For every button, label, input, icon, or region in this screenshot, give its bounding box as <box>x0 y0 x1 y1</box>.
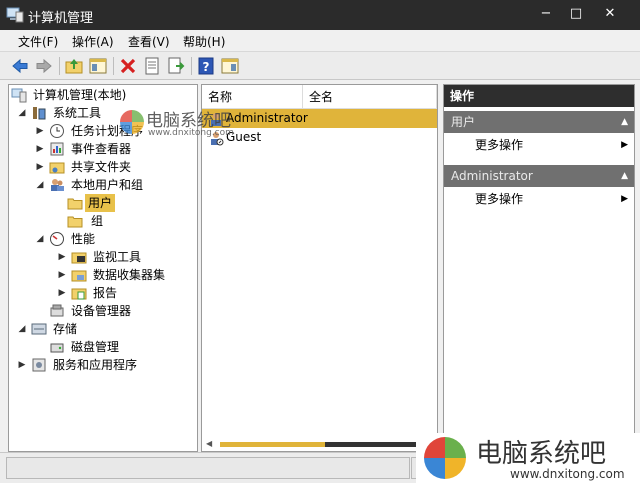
menu-help[interactable]: 帮助(H) <box>183 33 225 50</box>
submenu-arrow-icon: ▶ <box>621 194 628 204</box>
window-title: 计算机管理 <box>28 11 94 26</box>
expand-icon[interactable]: ▶ <box>57 266 67 284</box>
actions-pane: 操作 用户 ▲ 更多操作 ▶ Administrator ▲ 更多操作 ▶ <box>443 84 635 452</box>
tree-label: 系统工具 <box>53 106 102 120</box>
section-title: 用户 <box>451 115 476 129</box>
menu-action[interactable]: 操作(A) <box>72 33 114 50</box>
toolbar-separator <box>59 57 60 75</box>
collapse-icon[interactable]: ◢ <box>35 230 45 248</box>
list-header: 名称 全名 <box>202 85 437 109</box>
export-icon[interactable] <box>166 56 186 76</box>
collapse-icon[interactable]: ◢ <box>17 320 27 338</box>
watermark-url: www.dnxitong.com <box>510 467 625 481</box>
submenu-arrow-icon: ▶ <box>621 140 628 150</box>
watermark-text: 电脑系统吧 <box>476 439 607 469</box>
list-row-administrator[interactable]: Administrator <box>202 109 437 128</box>
shared-folder-icon <box>49 162 65 174</box>
tree-label: 组 <box>91 214 104 228</box>
user-list: 名称 全名 Administrator Guest ◀ <box>201 84 438 452</box>
tree-label: 数据收集器集 <box>93 268 166 282</box>
clock-icon <box>50 124 64 138</box>
section-title: Administrator <box>451 169 533 183</box>
main-frame: 计算机管理(本地) ◢ 系统工具 ▶ 任务计划程序 ▶ 事件查看器 ▶ 共享文件… <box>0 80 640 452</box>
tree-label: 用户 <box>85 194 116 212</box>
toolbar-separator <box>113 57 114 75</box>
tree-label: 报告 <box>93 286 118 300</box>
maximize-button[interactable]: □ <box>562 4 590 24</box>
forward-icon[interactable] <box>34 56 54 76</box>
expand-icon[interactable]: ▶ <box>57 284 67 302</box>
expand-icon[interactable]: ▶ <box>35 140 45 158</box>
more-actions-item[interactable]: 更多操作 ▶ <box>475 189 630 209</box>
device-manager-icon <box>50 304 64 317</box>
actions-section-administrator[interactable]: Administrator ▲ <box>444 165 634 187</box>
actions-header: 操作 <box>444 85 634 107</box>
menu-file[interactable]: 文件(F) <box>18 33 58 50</box>
scroll-left-arrow-icon[interactable]: ◀ <box>206 437 212 451</box>
scrollbar-thumb[interactable] <box>220 442 325 447</box>
properties-icon[interactable] <box>142 56 162 76</box>
status-cell <box>6 457 410 479</box>
expand-icon[interactable]: ▶ <box>17 356 27 374</box>
toolbar-separator <box>191 57 192 75</box>
svg-text:?: ? <box>203 60 210 74</box>
tree-label: 性能 <box>71 232 96 246</box>
computer-icon <box>11 88 27 103</box>
list-row-guest[interactable]: Guest <box>202 128 437 147</box>
close-button[interactable]: ✕ <box>596 4 624 24</box>
column-header-full-name[interactable]: 全名 <box>303 85 437 109</box>
up-folder-icon[interactable] <box>64 56 84 76</box>
collapse-icon[interactable]: ◢ <box>35 176 45 194</box>
help-icon[interactable]: ? <box>196 56 216 76</box>
tree-label: 计算机管理(本地) <box>33 88 127 102</box>
horizontal-scrollbar[interactable]: ◀ <box>202 437 437 451</box>
folder-icon <box>67 216 83 228</box>
show-action-pane-icon[interactable] <box>220 56 240 76</box>
data-collector-icon <box>71 270 87 282</box>
actions-section-users[interactable]: 用户 ▲ <box>444 111 634 133</box>
performance-icon <box>50 232 64 246</box>
back-icon[interactable] <box>10 56 30 76</box>
user-name: Administrator <box>226 111 308 125</box>
menu-view[interactable]: 查看(V) <box>128 33 170 50</box>
users-group-icon <box>51 179 64 191</box>
title-bar: 计算机管理 − □ ✕ <box>0 0 640 30</box>
tree-label: 事件查看器 <box>71 142 132 156</box>
services-icon <box>32 358 46 372</box>
more-actions-item[interactable]: 更多操作 ▶ <box>475 135 630 155</box>
watermark-banner: 电脑系统吧 www.dnxitong.com <box>416 433 640 483</box>
tree-label: 存储 <box>53 322 78 336</box>
tree-label: 本地用户和组 <box>71 178 144 192</box>
collapse-icon[interactable]: ◢ <box>17 104 27 122</box>
event-viewer-icon <box>50 142 64 156</box>
minimize-button[interactable]: − <box>532 4 560 24</box>
expand-icon[interactable]: ▶ <box>35 122 45 140</box>
tree-label: 设备管理器 <box>71 304 132 318</box>
tree-label: 监视工具 <box>93 250 142 264</box>
watermark-url: www.dnxitong.com <box>148 128 234 138</box>
tree-label: 共享文件夹 <box>71 160 132 174</box>
disk-icon <box>50 343 64 353</box>
watermark-logo-icon <box>120 110 144 134</box>
watermark-logo-icon <box>424 437 466 479</box>
computer-management-icon <box>6 7 24 23</box>
toolbar: ? <box>0 52 640 80</box>
delete-icon[interactable] <box>118 56 138 76</box>
expand-icon[interactable]: ▶ <box>57 248 67 266</box>
console-tree: 计算机管理(本地) ◢ 系统工具 ▶ 任务计划程序 ▶ 事件查看器 ▶ 共享文件… <box>8 84 198 452</box>
tools-icon <box>33 107 46 120</box>
action-label: 更多操作 <box>475 192 524 206</box>
storage-icon <box>31 323 47 335</box>
collapse-caret-icon[interactable]: ▲ <box>621 165 628 187</box>
folder-icon <box>67 198 83 210</box>
action-label: 更多操作 <box>475 138 524 152</box>
show-tree-icon[interactable] <box>88 56 108 76</box>
collapse-caret-icon[interactable]: ▲ <box>621 111 628 133</box>
reports-icon <box>71 288 87 300</box>
tree-label: 服务和应用程序 <box>53 358 138 372</box>
tree-label: 磁盘管理 <box>71 340 120 354</box>
menu-bar: 文件(F) 操作(A) 查看(V) 帮助(H) <box>0 30 640 52</box>
expand-icon[interactable]: ▶ <box>35 158 45 176</box>
monitor-tools-icon <box>71 252 87 264</box>
